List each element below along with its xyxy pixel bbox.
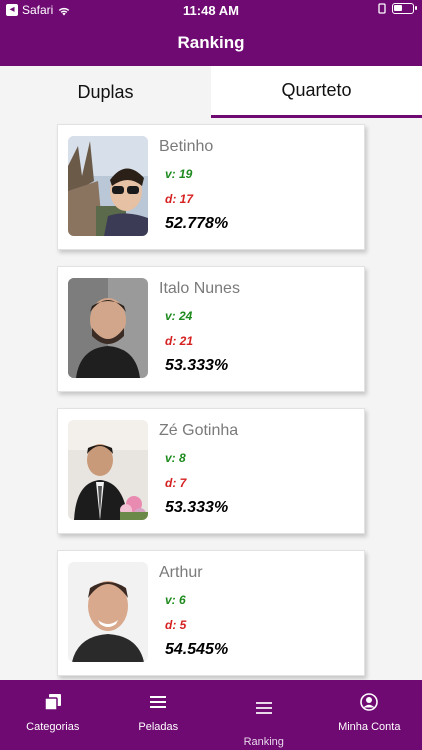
player-losses: d: 17: [165, 192, 194, 206]
ranking-tabs: Duplas Quarteto: [0, 66, 422, 118]
status-bar: ◂ Safari 11:48 AM: [0, 0, 422, 20]
player-avatar: [68, 562, 148, 662]
nav-item-categorias[interactable]: Categorias: [0, 680, 106, 750]
ranking-list[interactable]: Betinho v: 19 d: 17 52.778% Italo Nunes …: [0, 118, 422, 680]
player-wins: v: 6: [165, 593, 186, 607]
player-losses: d: 5: [165, 618, 187, 632]
player-avatar: [68, 278, 148, 378]
alarm-icon: [378, 3, 386, 14]
user-circle-icon: [360, 692, 379, 712]
player-win-percent: 53.333%: [165, 499, 229, 516]
player-losses: d: 21: [165, 334, 194, 348]
player-name: Zé Gotinha: [159, 422, 239, 439]
player-card[interactable]: Arthur v: 6 d: 5 54.545%: [57, 550, 365, 676]
player-name: Arthur: [159, 564, 203, 581]
player-wins: v: 19: [165, 167, 193, 181]
nav-label: Peladas: [138, 721, 179, 733]
player-name: Italo Nunes: [159, 280, 240, 297]
cards-icon: [44, 692, 62, 712]
battery-icon: [392, 3, 417, 14]
nav-label: Ranking: [243, 736, 284, 748]
nav-label: Minha Conta: [338, 721, 401, 733]
nav-label: Categorias: [26, 721, 80, 733]
player-win-percent: 53.333%: [165, 357, 229, 374]
player-card[interactable]: Betinho v: 19 d: 17 52.778%: [57, 124, 365, 250]
player-win-percent: 52.778%: [165, 215, 229, 232]
page-title: Ranking: [177, 33, 245, 52]
bottom-nav: Categorias Peladas Ranking Minha Conta: [0, 680, 422, 750]
player-win-percent: 54.545%: [165, 641, 229, 658]
player-card[interactable]: Italo Nunes v: 24 d: 21 53.333%: [57, 266, 365, 392]
nav-item-minha-conta[interactable]: Minha Conta: [317, 680, 422, 750]
list-icon: [255, 698, 273, 718]
nav-item-ranking[interactable]: Ranking: [211, 680, 317, 750]
list-icon: [149, 692, 167, 712]
tab-quarteto[interactable]: Quarteto: [211, 66, 422, 118]
player-avatar: [68, 420, 148, 520]
player-wins: v: 8: [165, 451, 186, 465]
app-header: ◂ Safari 11:48 AM Ranking: [0, 0, 422, 66]
status-time: 11:48 AM: [183, 3, 239, 18]
player-avatar: [68, 136, 148, 236]
status-right: [378, 3, 417, 14]
player-card[interactable]: Zé Gotinha v: 8 d: 7 53.333%: [57, 408, 365, 534]
tab-duplas[interactable]: Duplas: [0, 66, 211, 118]
player-name: Betinho: [159, 138, 214, 155]
player-losses: d: 7: [165, 476, 187, 490]
nav-item-peladas[interactable]: Peladas: [106, 680, 212, 750]
player-wins: v: 24: [165, 309, 193, 323]
